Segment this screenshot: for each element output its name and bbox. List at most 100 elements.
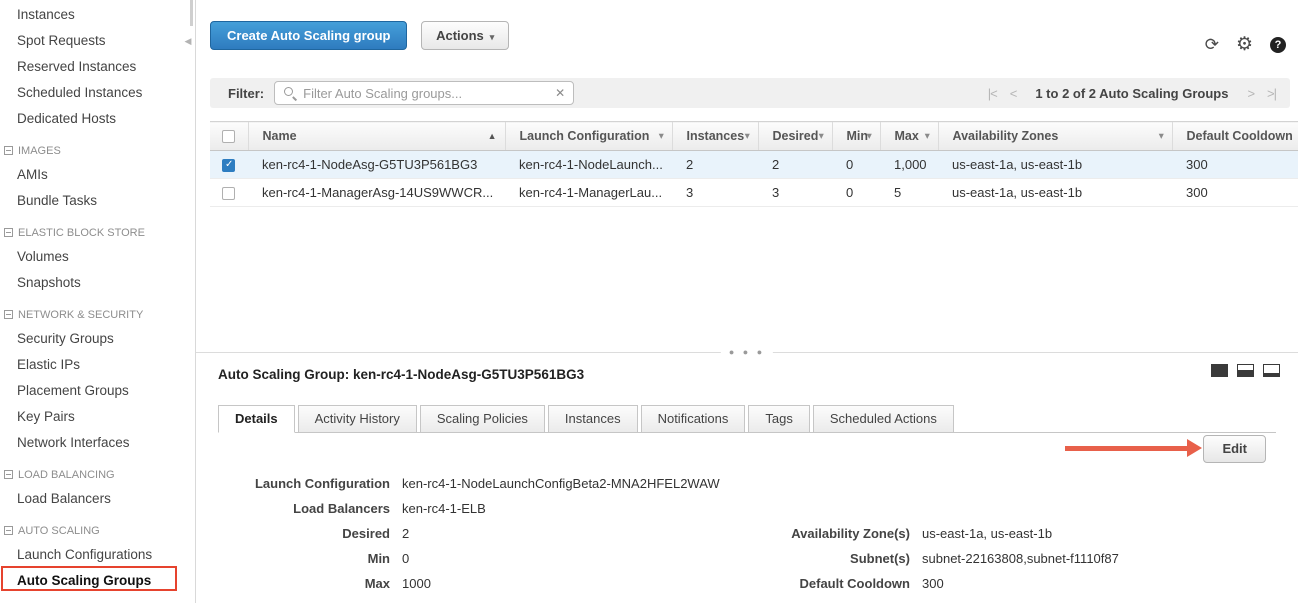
sidebar-item-instances[interactable]: Instances xyxy=(0,2,195,28)
tab-tags[interactable]: Tags xyxy=(748,405,809,433)
sidebar-section-images[interactable]: IMAGES xyxy=(0,141,195,162)
tab-activity-history[interactable]: Activity History xyxy=(298,405,417,433)
layout-split-icon[interactable] xyxy=(1237,364,1254,377)
tab-notifications[interactable]: Notifications xyxy=(641,405,746,433)
field-value: 2 xyxy=(402,525,409,542)
layout-bottom-pane-icon[interactable] xyxy=(1263,364,1280,377)
details-panel: ● ● ● Auto Scaling Group: ken-rc4-1-Node… xyxy=(196,352,1298,603)
column-label: Min xyxy=(847,129,869,143)
column-header-select-all[interactable] xyxy=(210,122,248,151)
column-label: Desired xyxy=(773,129,819,143)
toolbar: Create Auto Scaling group Actions▾ xyxy=(210,21,509,50)
sidebar-section-label: AUTO SCALING xyxy=(18,525,100,537)
refresh-icon[interactable]: ⟳ xyxy=(1205,35,1219,55)
field-value: ken-rc4-1-ELB xyxy=(402,500,486,517)
column-menu-icon[interactable]: ▾ xyxy=(867,131,872,142)
pagination-last-icon[interactable]: >| xyxy=(1267,86,1276,101)
details-panel-title: Auto Scaling Group: ken-rc4-1-NodeAsg-G5… xyxy=(218,367,584,382)
sidebar-section-elastic-block-store[interactable]: ELASTIC BLOCK STORE xyxy=(0,223,195,244)
sidebar-item-scheduled-instances[interactable]: Scheduled Instances xyxy=(0,80,195,106)
sidebar-item-reserved-instances[interactable]: Reserved Instances xyxy=(0,54,195,80)
field-default-cooldown: Default Cooldown 300 xyxy=(742,575,1119,600)
cell-instances: 3 xyxy=(672,179,758,207)
sidebar-item-security-groups[interactable]: Security Groups xyxy=(0,326,195,352)
column-menu-icon[interactable]: ▾ xyxy=(819,131,824,142)
cell-availability-zones: us-east-1a, us-east-1b xyxy=(938,179,1172,207)
field-launch-configuration: Launch Configuration ken-rc4-1-NodeLaunc… xyxy=(218,475,720,500)
field-subnets: Subnet(s) subnet-22163808,subnet-f1110f8… xyxy=(742,550,1119,575)
table-row[interactable]: ken-rc4-1-NodeAsg-G5TU3P561BG3 ken-rc4-1… xyxy=(210,151,1298,179)
collapse-section-icon xyxy=(4,470,13,479)
gear-icon[interactable]: ⚙ xyxy=(1236,33,1253,56)
column-header-default-cooldown[interactable]: Default Cooldown▾ xyxy=(1172,122,1298,151)
pagination-next-icon[interactable]: > xyxy=(1247,86,1254,101)
sidebar-item-spot-requests[interactable]: Spot Requests xyxy=(0,28,195,54)
column-menu-icon[interactable]: ▾ xyxy=(745,131,750,142)
cell-default-cooldown: 300 xyxy=(1172,179,1298,207)
actions-button[interactable]: Actions▾ xyxy=(421,21,509,50)
sidebar-scrollbar[interactable] xyxy=(190,0,193,26)
sidebar-section-network-security[interactable]: NETWORK & SECURITY xyxy=(0,305,195,326)
field-availability-zones: Availability Zone(s) us-east-1a, us-east… xyxy=(742,525,1119,550)
column-header-min[interactable]: Min▾ xyxy=(832,122,880,151)
pagination-info: 1 to 2 of 2 Auto Scaling Groups xyxy=(1035,86,1228,101)
header-icons: ⟳ ⚙ ? xyxy=(1205,33,1286,56)
details-title-value: ken-rc4-1-NodeAsg-G5TU3P561BG3 xyxy=(353,367,584,382)
filter-input[interactable] xyxy=(301,85,547,102)
help-icon[interactable]: ? xyxy=(1270,37,1286,53)
sidebar-item-key-pairs[interactable]: Key Pairs xyxy=(0,404,195,430)
select-all-checkbox[interactable] xyxy=(222,130,235,143)
tab-scaling-policies[interactable]: Scaling Policies xyxy=(420,405,545,433)
sidebar-section-label: LOAD BALANCING xyxy=(18,469,115,481)
edit-button[interactable]: Edit xyxy=(1203,435,1266,463)
sidebar-item-launch-configurations[interactable]: Launch Configurations xyxy=(0,542,195,568)
sidebar-section-load-balancing[interactable]: LOAD BALANCING xyxy=(0,465,195,486)
ec2-console: Instances Spot Requests Reserved Instanc… xyxy=(0,0,1298,603)
cell-max: 1,000 xyxy=(880,151,938,179)
sidebar-item-bundle-tasks[interactable]: Bundle Tasks xyxy=(0,188,195,214)
collapse-section-icon xyxy=(4,310,13,319)
field-label: Subnet(s) xyxy=(742,550,922,567)
table-row[interactable]: ken-rc4-1-ManagerAsg-14US9WWCR... ken-rc… xyxy=(210,179,1298,207)
sidebar-item-auto-scaling-groups[interactable]: Auto Scaling Groups xyxy=(0,568,195,594)
sidebar-section-auto-scaling[interactable]: AUTO SCALING xyxy=(0,521,195,542)
sidebar-item-placement-groups[interactable]: Placement Groups xyxy=(0,378,195,404)
cell-desired: 2 xyxy=(758,151,832,179)
row-checkbox[interactable] xyxy=(222,187,235,200)
annotation-arrow xyxy=(1065,446,1187,451)
column-header-max[interactable]: Max▾ xyxy=(880,122,938,151)
field-value: 0 xyxy=(402,550,409,567)
sidebar-item-snapshots[interactable]: Snapshots xyxy=(0,270,195,296)
pagination-first-icon[interactable]: |< xyxy=(988,86,997,101)
column-menu-icon[interactable]: ▾ xyxy=(1159,131,1164,142)
pagination-prev-icon[interactable]: < xyxy=(1010,86,1017,101)
column-header-desired[interactable]: Desired▾ xyxy=(758,122,832,151)
sidebar-item-amis[interactable]: AMIs xyxy=(0,162,195,188)
column-header-availability-zones[interactable]: Availability Zones▾ xyxy=(938,122,1172,151)
column-menu-icon[interactable]: ▾ xyxy=(659,131,664,142)
sidebar-item-network-interfaces[interactable]: Network Interfaces xyxy=(0,430,195,456)
column-menu-icon[interactable]: ▾ xyxy=(925,131,930,142)
create-auto-scaling-group-button[interactable]: Create Auto Scaling group xyxy=(210,21,407,50)
field-desired: Desired 2 xyxy=(218,525,720,550)
tab-details[interactable]: Details xyxy=(218,405,295,433)
sidebar-item-volumes[interactable]: Volumes xyxy=(0,244,195,270)
tab-instances[interactable]: Instances xyxy=(548,405,638,433)
column-header-instances[interactable]: Instances▾ xyxy=(672,122,758,151)
column-label: Launch Configuration xyxy=(520,129,650,143)
sidebar-item-dedicated-hosts[interactable]: Dedicated Hosts xyxy=(0,106,195,132)
field-load-balancers: Load Balancers ken-rc4-1-ELB xyxy=(218,500,720,525)
sidebar-item-elastic-ips[interactable]: Elastic IPs xyxy=(0,352,195,378)
sort-ascending-icon: ▲ xyxy=(488,131,497,141)
cell-min: 0 xyxy=(832,151,880,179)
sidebar-item-load-balancers[interactable]: Load Balancers xyxy=(0,486,195,512)
clear-filter-icon[interactable]: ✕ xyxy=(547,86,573,100)
row-checkbox[interactable] xyxy=(222,159,235,172)
column-header-launch-configuration[interactable]: Launch Configuration ▾ xyxy=(505,122,672,151)
layout-fullscreen-icon[interactable] xyxy=(1211,364,1228,377)
sidebar-collapse-icon[interactable]: ◀ xyxy=(181,31,195,51)
column-header-name[interactable]: Name▲ xyxy=(248,122,505,151)
details-fields-right: Availability Zone(s) us-east-1a, us-east… xyxy=(742,525,1119,603)
tab-scheduled-actions[interactable]: Scheduled Actions xyxy=(813,405,954,433)
pane-resize-handle-icon[interactable]: ● ● ● xyxy=(721,347,773,357)
